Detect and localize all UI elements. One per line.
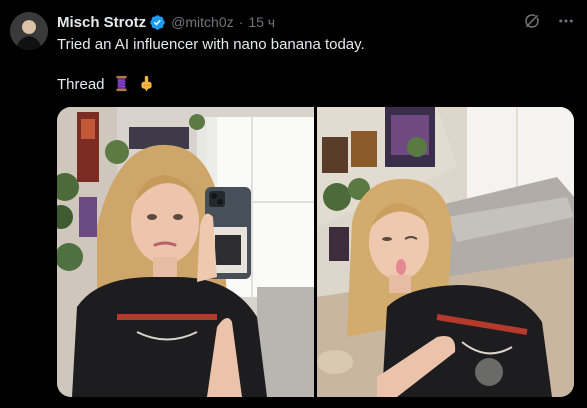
- display-name[interactable]: Misch Strotz: [57, 14, 146, 31]
- media-grid: [57, 107, 574, 397]
- tweet-header: Misch Strotz @mitch0z · 15 ч: [57, 12, 275, 32]
- handle[interactable]: @mitch0z: [171, 14, 233, 30]
- more-icon[interactable]: [557, 12, 575, 35]
- thread-label: Thread: [57, 76, 105, 93]
- separator-dot: ·: [238, 14, 244, 30]
- grok-icon[interactable]: [523, 12, 541, 35]
- photo-2[interactable]: [317, 107, 574, 397]
- verified-badge-icon: [149, 14, 166, 31]
- tweet-actions: [523, 12, 575, 35]
- avatar[interactable]: [10, 12, 48, 50]
- tweet-text-line-2: Thread: [57, 75, 155, 98]
- timestamp[interactable]: 15 ч: [248, 14, 275, 30]
- pointing-down-icon: [138, 75, 155, 98]
- thread-spool-icon: [113, 75, 130, 98]
- tweet-text-line-1: Tried an AI influencer with nano banana …: [57, 36, 365, 53]
- photo-1[interactable]: [57, 107, 314, 397]
- tweet[interactable]: Misch Strotz @mitch0z · 15 ч Tried an AI…: [0, 0, 587, 408]
